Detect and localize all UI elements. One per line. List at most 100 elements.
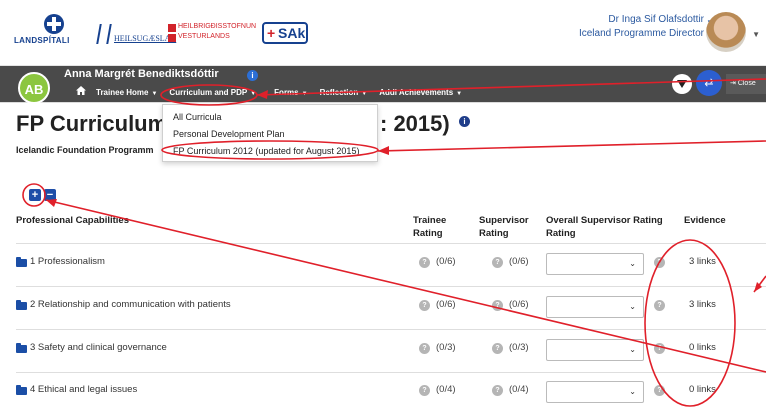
chevron-down-icon: ▼	[361, 91, 368, 97]
folder-icon	[16, 300, 27, 310]
hve-logo-line1: HEILBRIGÐISSTOFNUN	[178, 23, 257, 30]
nav-reflection-label: Reflection	[319, 88, 359, 97]
nav-forms-label: Forms	[274, 88, 299, 97]
landspitali-logo-text: LANDSPÍTALI	[14, 36, 70, 45]
evidence-links[interactable]: 3 links	[689, 256, 716, 267]
nav-trainee-home-label: Trainee Home	[96, 88, 149, 97]
overall-rating-select[interactable]: ⌄	[546, 253, 644, 275]
trainee-info-icon[interactable]: i	[247, 70, 258, 81]
help-icon[interactable]: ?	[419, 300, 430, 311]
evidence-links[interactable]: 3 links	[689, 299, 716, 310]
expand-all-button[interactable]: +	[29, 189, 41, 201]
col-header-overall-line1: Overall Supervisor Rating	[546, 215, 663, 226]
overall-rating-select[interactable]: ⌄	[546, 339, 644, 361]
help-icon[interactable]: ?	[492, 257, 503, 268]
capability-label[interactable]: 3 Safety and clinical governance	[30, 342, 167, 353]
trainee-initials-avatar: AB	[18, 72, 50, 104]
col-header-overall-line2: Rating	[546, 228, 576, 239]
chevron-down-icon: ⌄	[629, 387, 636, 396]
help-icon[interactable]: ?	[654, 343, 665, 354]
close-label: Close	[737, 80, 756, 87]
page-title: FP Curriculum 2	[16, 111, 186, 136]
trainee-rating: (0/6)	[436, 256, 456, 267]
annotation-arrowhead	[754, 282, 762, 292]
plus-icon: +	[267, 25, 276, 41]
sak-logo[interactable]: + SAk	[262, 22, 308, 44]
chevron-down-icon: ▼	[151, 91, 158, 97]
capability-label[interactable]: 2 Relationship and communication with pa…	[30, 299, 231, 310]
collapse-all-button[interactable]: −	[44, 189, 56, 201]
help-icon[interactable]: ?	[654, 257, 665, 268]
col-header-supervisor-line1: Supervisor	[479, 215, 529, 226]
overall-rating-select[interactable]: ⌄	[546, 296, 644, 318]
chevron-down-icon: ▼	[250, 91, 257, 97]
help-icon[interactable]: ?	[419, 343, 430, 354]
page-title-tail: : 2015)	[380, 111, 450, 136]
hve-square-icon	[168, 24, 176, 32]
annotation-line-to-evidence	[753, 275, 766, 293]
capability-label[interactable]: 4 Ethical and legal issues	[30, 384, 137, 395]
heilsugaeslan-mark-icon	[96, 24, 112, 44]
table-divider	[16, 286, 766, 287]
col-header-evidence: Evidence	[684, 215, 726, 226]
close-button[interactable]: ⇥ Close	[726, 74, 766, 94]
nav-forms[interactable]: Forms ▼	[268, 88, 313, 97]
table-divider	[16, 243, 766, 244]
nav-curriculum-pdp[interactable]: Curriculum and PDP ▼	[163, 88, 262, 97]
menu-item-all-curricula[interactable]: All Curricula	[173, 112, 222, 122]
nav-curriculum-pdp-label: Curriculum and PDP	[169, 88, 248, 97]
help-icon[interactable]: ?	[492, 385, 503, 396]
col-header-supervisor-line2: Rating	[479, 228, 509, 239]
folder-icon	[16, 257, 27, 267]
chevron-down-icon: ⌄	[629, 302, 636, 311]
chevron-down-icon: ▼	[301, 91, 308, 97]
top-header: LANDSPÍTALI HEILSUGÆSLAN HEILBRIGÐISSTOF…	[0, 0, 766, 66]
help-icon[interactable]: ?	[492, 300, 503, 311]
trainee-rating: (0/6)	[436, 299, 456, 310]
col-header-trainee-rating: Trainee Rating	[413, 214, 446, 240]
trainee-rating: (0/4)	[436, 384, 456, 395]
hve-logo[interactable]: HEILBRIGÐISSTOFNUN VESTURLANDS	[168, 18, 258, 48]
help-icon[interactable]: ?	[419, 385, 430, 396]
swap-icon[interactable]: ⇄	[696, 70, 722, 96]
trainee-rating: (0/3)	[436, 342, 456, 353]
cross-icon	[44, 14, 64, 34]
menu-item-fp-curriculum-2012[interactable]: FP Curriculum 2012 (updated for August 2…	[173, 146, 359, 156]
table-divider	[16, 329, 766, 330]
menu-item-pdp[interactable]: Personal Development Plan	[173, 129, 285, 139]
annotation-arrowhead	[378, 146, 389, 155]
evidence-links[interactable]: 0 links	[689, 384, 716, 395]
nav-addl-achievements[interactable]: Addl Achievements ▼	[373, 88, 468, 97]
user-menu[interactable]: Dr Inga Sif Olafsdottir Iceland Programm…	[579, 14, 704, 39]
evidence-links[interactable]: 0 links	[689, 342, 716, 353]
curriculum-dropdown-menu: All Curricula Personal Development Plan …	[162, 104, 378, 162]
supervisor-rating: (0/3)	[509, 342, 529, 353]
help-icon[interactable]: ?	[492, 343, 503, 354]
avatar-caret-icon[interactable]: ▼	[752, 30, 760, 39]
capability-label[interactable]: 1 Professionalism	[30, 256, 105, 267]
help-icon[interactable]: ?	[419, 257, 430, 268]
overall-rating-select[interactable]: ⌄	[546, 381, 644, 403]
nav-trainee-home[interactable]: Trainee Home ▼	[90, 88, 163, 97]
hve-square-icon	[168, 34, 176, 42]
help-icon[interactable]: ?	[654, 385, 665, 396]
annotation-line-to-item	[377, 140, 766, 152]
supervisor-rating: (0/6)	[509, 299, 529, 310]
col-header-trainee-line1: Trainee	[413, 215, 447, 226]
folder-icon	[16, 385, 27, 395]
nav-reflection[interactable]: Reflection ▼	[314, 88, 374, 97]
folder-icon	[16, 343, 27, 353]
landspitali-logo[interactable]: LANDSPÍTALI	[14, 14, 94, 48]
col-header-trainee-line2: Rating	[413, 228, 443, 239]
download-icon[interactable]	[672, 74, 692, 94]
info-icon[interactable]: i	[459, 116, 470, 127]
col-header-overall-rating: Overall Supervisor Rating Rating	[546, 214, 663, 240]
nav-addl-achievements-label: Addl Achievements	[379, 88, 454, 97]
help-icon[interactable]: ?	[654, 300, 665, 311]
home-icon[interactable]	[76, 86, 86, 95]
chevron-down-icon: ⌄	[629, 259, 636, 268]
chevron-down-icon: ⌄	[629, 345, 636, 354]
heilsugaeslan-logo[interactable]: HEILSUGÆSLAN	[96, 18, 176, 48]
heilsugaeslan-logo-text: HEILSUGÆSLAN	[114, 34, 177, 43]
avatar[interactable]	[706, 12, 746, 52]
